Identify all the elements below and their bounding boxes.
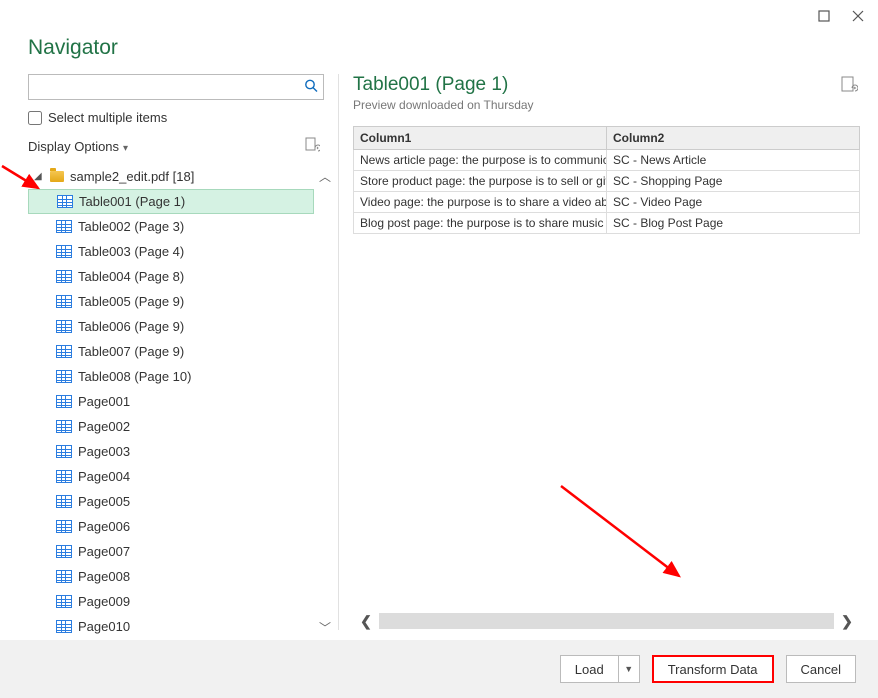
tree-item-table[interactable]: Table008 (Page 10)	[28, 364, 314, 389]
tree-item-table[interactable]: Table007 (Page 9)	[28, 339, 314, 364]
navigator-title: Navigator	[28, 36, 332, 60]
tree-item-page[interactable]: Page001	[28, 389, 314, 414]
tree-item-table[interactable]: Table002 (Page 3)	[28, 214, 314, 239]
tree-item-page[interactable]: Page006	[28, 514, 314, 539]
table-cell: SC - Video Page	[607, 192, 860, 213]
table-icon	[56, 270, 72, 283]
page-icon	[56, 620, 72, 633]
table-header[interactable]: Column2	[607, 127, 860, 150]
search-icon[interactable]	[304, 79, 318, 96]
table-cell: Store product page: the purpose is to se…	[354, 171, 607, 192]
tree-item-table[interactable]: Table005 (Page 9)	[28, 289, 314, 314]
scroll-right-icon[interactable]: ❯	[834, 613, 860, 630]
table-icon	[56, 370, 72, 383]
tree-item-page[interactable]: Page009	[28, 589, 314, 614]
table-cell: SC - Shopping Page	[607, 171, 860, 192]
search-input[interactable]	[28, 74, 324, 100]
tree-item-label: Page007	[78, 544, 130, 559]
tree-item-page[interactable]: Page007	[28, 539, 314, 564]
table-row[interactable]: News article page: the purpose is to com…	[354, 150, 860, 171]
table-cell: SC - Blog Post Page	[607, 213, 860, 234]
tree-item-page[interactable]: Page005	[28, 489, 314, 514]
navigation-tree[interactable]: ◢ sample2_edit.pdf [18] Table001 (Page 1) T…	[28, 164, 332, 640]
table-icon	[56, 345, 72, 358]
tree-folder-label: sample2_edit.pdf [18]	[70, 169, 194, 184]
load-split-button[interactable]: Load ▼	[560, 655, 640, 683]
tree-item-table[interactable]: Table004 (Page 8)	[28, 264, 314, 289]
page-icon	[56, 420, 72, 433]
page-icon	[56, 595, 72, 608]
tree-item-label: Page001	[78, 394, 130, 409]
page-icon	[56, 395, 72, 408]
load-button[interactable]: Load	[560, 655, 618, 683]
scroll-down-icon[interactable]: ﹀	[319, 615, 331, 640]
preview-title: Table001 (Page 1)	[353, 74, 860, 96]
scroll-left-icon[interactable]: ❮	[353, 613, 379, 630]
page-icon	[56, 470, 72, 483]
transform-data-button[interactable]: Transform Data	[652, 655, 774, 683]
table-header[interactable]: Column1	[354, 127, 607, 150]
table-row[interactable]: Store product page: the purpose is to se…	[354, 171, 860, 192]
tree-item-label: Page003	[78, 444, 130, 459]
display-options-button[interactable]: Display Options▾	[28, 139, 128, 154]
page-icon	[56, 445, 72, 458]
tree-item-label: Table006 (Page 9)	[78, 319, 184, 334]
select-multiple-checkbox[interactable]: Select multiple items	[28, 110, 332, 125]
tree-item-label: Page006	[78, 519, 130, 534]
page-icon	[56, 520, 72, 533]
tree-folder-root[interactable]: ◢ sample2_edit.pdf [18]	[28, 164, 314, 189]
table-icon	[56, 245, 72, 258]
tree-item-label: Page010	[78, 619, 130, 634]
preview-view-icon[interactable]	[840, 76, 858, 97]
horizontal-scrollbar[interactable]: ❮ ❯	[353, 610, 860, 632]
tree-item-label: Page008	[78, 569, 130, 584]
tree-item-label: Page002	[78, 419, 130, 434]
cancel-button[interactable]: Cancel	[786, 655, 856, 683]
tree-item-label: Table004 (Page 8)	[78, 269, 184, 284]
load-dropdown-icon[interactable]: ▼	[618, 655, 640, 683]
scroll-up-icon[interactable]: ︿	[319, 164, 331, 189]
tree-scrollbar[interactable]: ︿ ﹀	[318, 164, 332, 640]
tree-item-page[interactable]: Page004	[28, 464, 314, 489]
select-multiple-label: Select multiple items	[48, 110, 167, 125]
table-cell: Blog post page: the purpose is to share …	[354, 213, 607, 234]
page-icon	[56, 495, 72, 508]
preview-table: Column1Column2 News article page: the pu…	[353, 126, 860, 234]
table-icon	[56, 320, 72, 333]
tree-item-label: Table002 (Page 3)	[78, 219, 184, 234]
table-row[interactable]: Video page: the purpose is to share a vi…	[354, 192, 860, 213]
tree-item-label: Table007 (Page 9)	[78, 344, 184, 359]
tree-item-label: Table003 (Page 4)	[78, 244, 184, 259]
table-icon	[57, 195, 73, 208]
folder-icon	[50, 171, 64, 182]
caret-down-icon: ◢	[34, 171, 44, 182]
tree-item-label: Table005 (Page 9)	[78, 294, 184, 309]
page-icon	[56, 545, 72, 558]
dialog-footer: Load ▼ Transform Data Cancel	[0, 640, 878, 698]
tree-item-label: Page004	[78, 469, 130, 484]
tree-item-label: Page005	[78, 494, 130, 509]
tree-item-page[interactable]: Page003	[28, 439, 314, 464]
tree-item-table[interactable]: Table001 (Page 1)	[28, 189, 314, 214]
refresh-icon[interactable]	[304, 137, 320, 156]
tree-item-label: Page009	[78, 594, 130, 609]
table-icon	[56, 220, 72, 233]
tree-item-page[interactable]: Page002	[28, 414, 314, 439]
tree-item-table[interactable]: Table003 (Page 4)	[28, 239, 314, 264]
table-row[interactable]: Blog post page: the purpose is to share …	[354, 213, 860, 234]
tree-item-label: Table001 (Page 1)	[79, 194, 185, 209]
page-icon	[56, 570, 72, 583]
tree-item-label: Table008 (Page 10)	[78, 369, 191, 384]
tree-item-page[interactable]: Page010	[28, 614, 314, 639]
table-cell: SC - News Article	[607, 150, 860, 171]
table-icon	[56, 295, 72, 308]
table-cell: Video page: the purpose is to share a vi…	[354, 192, 607, 213]
preview-subtitle: Preview downloaded on Thursday	[353, 98, 860, 112]
tree-item-table[interactable]: Table006 (Page 9)	[28, 314, 314, 339]
tree-item-page[interactable]: Page008	[28, 564, 314, 589]
table-cell: News article page: the purpose is to com…	[354, 150, 607, 171]
